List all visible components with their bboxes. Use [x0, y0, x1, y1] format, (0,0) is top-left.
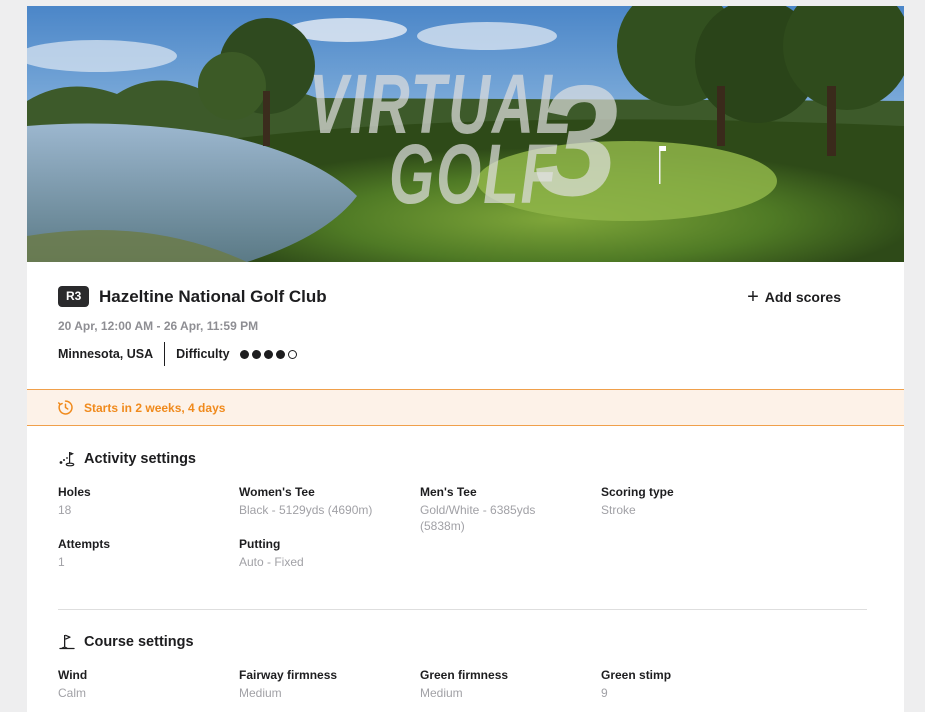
add-scores-label: Add scores [764, 289, 841, 305]
difficulty-label: Difficulty [176, 347, 230, 361]
start-countdown-banner: Starts in 2 weeks, 4 days [27, 389, 904, 426]
setting-value: Calm [58, 686, 87, 700]
setting-label: Fairway firmness [239, 668, 338, 682]
setting-mens-tee: Men's Tee Gold/White - 6385yds (5838m) [420, 484, 570, 534]
setting-label: Scoring type [601, 485, 674, 499]
difficulty-dot-filled [263, 349, 273, 359]
timer-icon [57, 400, 73, 415]
difficulty-dot-filled [275, 349, 285, 359]
meta-divider [164, 342, 166, 366]
course-hero-image: VIRTUAL GOLF 3 [27, 6, 904, 262]
course-title: Hazeltine National Golf Club [99, 287, 327, 306]
event-header: R3 Hazeltine National Golf Club 20 Apr, … [27, 262, 904, 389]
event-card: VIRTUAL GOLF 3 R3 Hazeltine National Gol… [27, 6, 904, 712]
event-meta-row: Minnesota, USA Difficulty [58, 342, 297, 366]
golf-activity-icon [59, 452, 75, 467]
plus-icon: + [747, 286, 759, 308]
activity-settings-section: Activity settings Holes 18 Women's Tee B… [58, 450, 888, 569]
difficulty-dot-filled [251, 349, 261, 359]
flag-icon [59, 634, 75, 650]
setting-holes: Holes 18 [58, 484, 228, 518]
setting-value: Medium [239, 686, 282, 700]
difficulty-dot-empty [287, 349, 297, 359]
setting-green-stimp: Green stimp 9 [601, 667, 771, 701]
setting-scoring-type: Scoring type Stroke [601, 484, 771, 518]
setting-wind: Wind Calm [58, 667, 228, 701]
setting-value: Medium [420, 686, 463, 700]
setting-label: Attempts [58, 537, 111, 551]
course-landscape-image [27, 6, 904, 262]
course-settings-title: Course settings [84, 634, 194, 650]
setting-label: Wind [58, 668, 88, 682]
setting-value: 18 [58, 503, 72, 517]
setting-green-firmness: Green firmness Medium [420, 667, 590, 701]
setting-label: Green stimp [601, 668, 672, 682]
setting-label: Holes [58, 485, 91, 499]
setting-putting: Putting Auto - Fixed [239, 536, 409, 570]
course-settings-heading: Course settings [58, 633, 888, 651]
activity-settings-title: Activity settings [84, 451, 196, 467]
activity-settings-heading: Activity settings [58, 450, 888, 468]
setting-value: Gold/White - 6385yds (5838m) [420, 503, 536, 533]
setting-value: 1 [58, 555, 65, 569]
setting-label: Putting [239, 537, 281, 551]
countdown-text: Starts in 2 weeks, 4 days [84, 400, 226, 415]
course-settings-section: Course settings Wind Calm Fairway firmne… [58, 633, 888, 700]
add-scores-button[interactable]: + Add scores [747, 286, 841, 308]
setting-label: Women's Tee [239, 485, 315, 499]
round-badge: R3 [58, 286, 90, 307]
event-date-range: 20 Apr, 12:00 AM - 26 Apr, 11:59 PM [58, 319, 259, 333]
difficulty-dot-filled [239, 349, 249, 359]
event-location: Minnesota, USA [58, 347, 154, 361]
setting-fairway-firmness: Fairway firmness Medium [239, 667, 409, 701]
setting-womens-tee: Women's Tee Black - 5129yds (4690m) [239, 484, 409, 518]
setting-value: Auto - Fixed [239, 555, 304, 569]
setting-label: Men's Tee [420, 485, 477, 499]
difficulty-rating [239, 349, 297, 359]
setting-value: Stroke [601, 503, 636, 517]
setting-value: Black - 5129yds (4690m) [239, 503, 373, 517]
setting-attempts: Attempts 1 [58, 536, 228, 570]
section-divider [58, 609, 867, 610]
setting-value: 9 [601, 686, 608, 700]
setting-label: Green firmness [420, 668, 509, 682]
